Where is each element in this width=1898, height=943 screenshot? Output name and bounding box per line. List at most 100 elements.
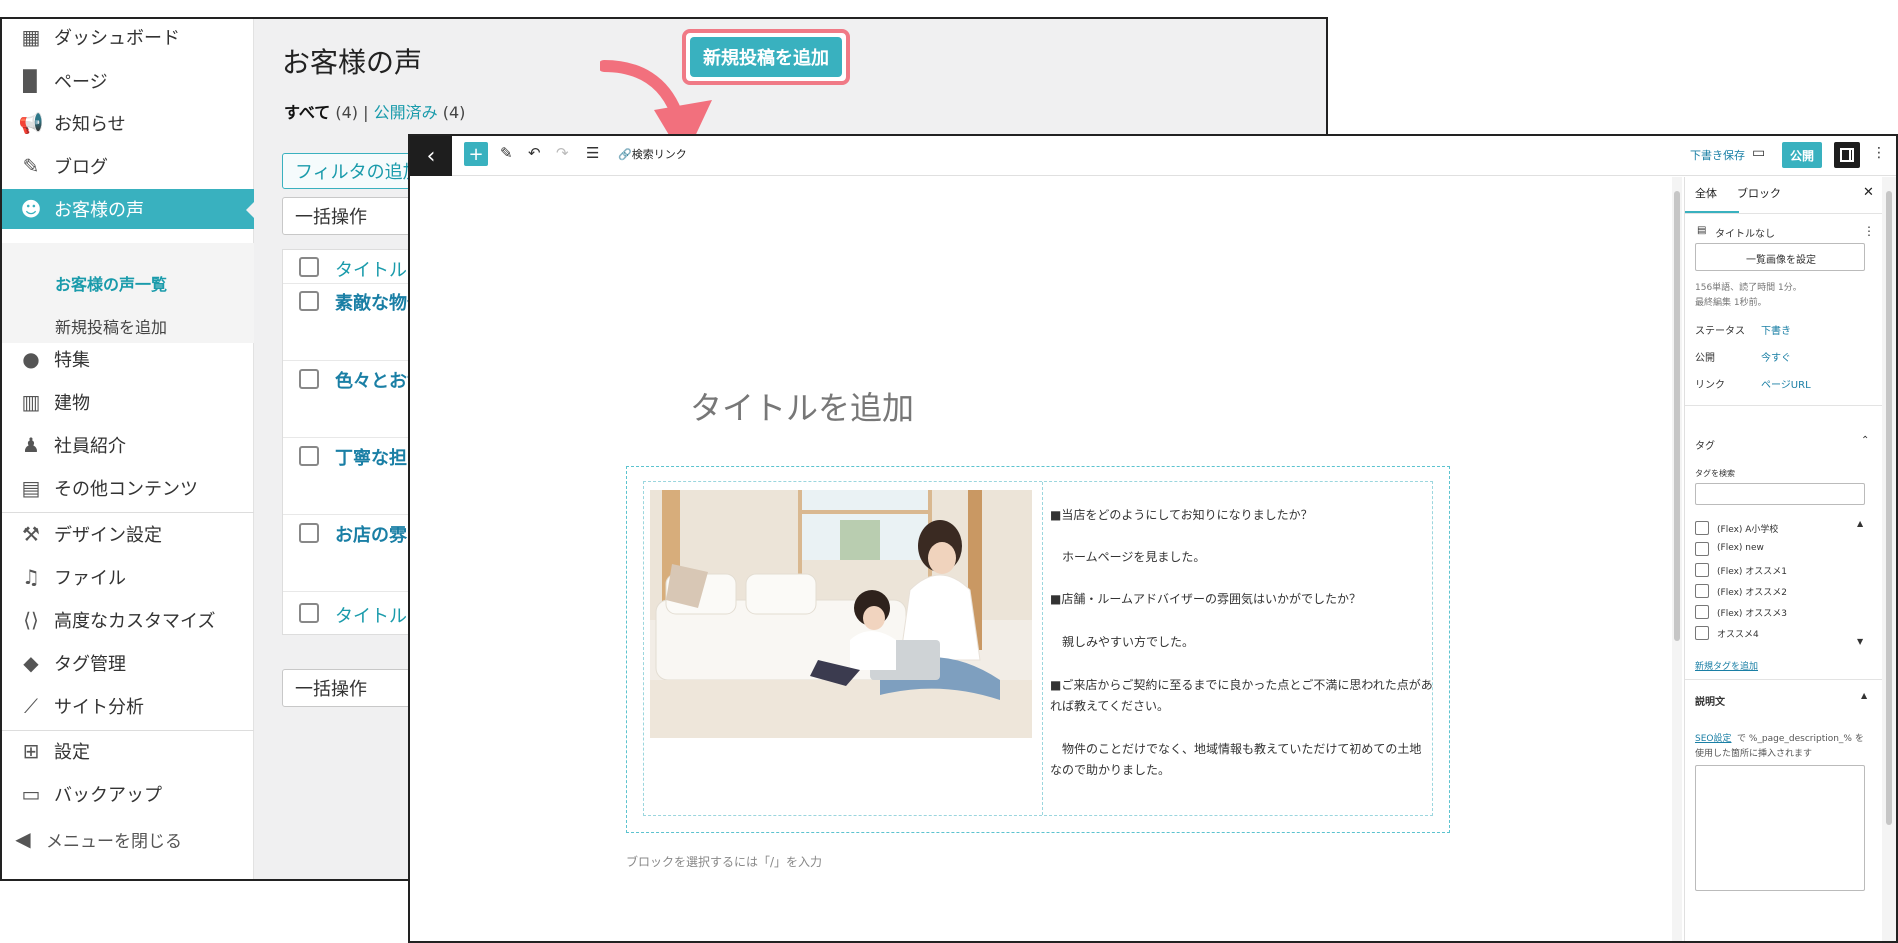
building-icon: ▥ xyxy=(21,390,41,414)
more-options-icon[interactable]: ⋮ xyxy=(1872,145,1886,161)
save-draft-button[interactable]: 下書き保存 xyxy=(1690,147,1745,163)
tag-search-label: タグを検索 xyxy=(1695,469,1735,478)
mother-child-photo[interactable] xyxy=(650,490,1032,738)
filter-published-count: (4) xyxy=(442,103,466,122)
sidebar-item-label: ダッシュボード xyxy=(54,28,180,49)
sidebar-scrollbar[interactable] xyxy=(1882,177,1896,941)
sidebar-item-buildings[interactable]: ▥ 建物 xyxy=(2,382,254,422)
sidebar-toggle-icon xyxy=(1840,148,1854,162)
sidebar-item-files[interactable]: ♫ ファイル xyxy=(2,557,254,597)
tag-label: (Flex) オススメ3 xyxy=(1717,609,1787,619)
qa-text: ホームページを見ました。 xyxy=(1050,550,1206,564)
tag-checkbox[interactable] xyxy=(1695,521,1709,535)
preview-icon[interactable]: ▭ xyxy=(1752,145,1765,161)
qa-text: 親しみやすい方でした。 xyxy=(1050,635,1195,649)
sidebar-item-design[interactable]: ⚒ デザイン設定 xyxy=(2,514,254,554)
edit-tool-icon[interactable]: ✎ xyxy=(500,144,513,162)
column-group: ■当店をどのようにしてお知りになりましたか？ ホームページを見ました。 ■店舗・… xyxy=(643,481,1433,816)
sidebar-item-dashboard[interactable]: ▦ ダッシュボード xyxy=(2,19,254,57)
tag-checkbox[interactable] xyxy=(1695,542,1709,556)
link-icon: 🔗 xyxy=(618,148,632,161)
column-divider xyxy=(1042,482,1043,815)
submenu-voices-list[interactable]: お客様の声一覧 xyxy=(55,271,167,295)
sidebar-item-other-content[interactable]: ▤ その他コンテンツ xyxy=(2,468,254,508)
tag-checkbox[interactable] xyxy=(1695,584,1709,598)
select-all-checkbox[interactable] xyxy=(299,603,319,623)
tab-post[interactable]: 全体 xyxy=(1695,185,1717,201)
scrollbar-thumb[interactable] xyxy=(1674,191,1680,641)
scrollbar-thumb[interactable] xyxy=(1886,191,1892,825)
filter-all[interactable]: すべて xyxy=(284,103,330,122)
sidebar-item-blog[interactable]: ✎ ブログ xyxy=(2,146,254,186)
chevron-up-icon[interactable]: ⌃ xyxy=(1861,435,1869,446)
sidebar-item-tags[interactable]: ◆ タグ管理 xyxy=(2,643,254,683)
search-link-button[interactable]: 🔗検索リンク xyxy=(618,146,687,162)
select-all-checkbox[interactable] xyxy=(299,257,319,277)
filter-published[interactable]: 公開済み xyxy=(374,103,438,122)
last-edited: 最終編集 1秒前。 xyxy=(1695,298,1767,308)
sidebar-item-pages[interactable]: ▉ ページ xyxy=(2,61,254,101)
tag-checkbox[interactable] xyxy=(1695,563,1709,577)
collapse-menu-button[interactable]: ◀ メニューを閉じる xyxy=(2,819,254,859)
tag-checkbox[interactable] xyxy=(1695,605,1709,619)
tag-list-scroll-down-icon[interactable]: ▼ xyxy=(1857,637,1863,646)
block-hint[interactable]: ブロックを選択するには「/」を入力 xyxy=(626,853,822,870)
voices-submenu: お客様の声一覧 新規投稿を追加 xyxy=(2,243,254,343)
block-inserter-button[interactable]: + xyxy=(464,142,488,166)
qa-text: れば教えてください。 xyxy=(1050,699,1170,713)
sidebar-item-settings[interactable]: ⊞ 設定 xyxy=(2,731,254,771)
sidebar-item-news[interactable]: 📢 お知らせ xyxy=(2,103,254,143)
list-view-icon[interactable]: ☰ xyxy=(586,144,599,162)
add-new-tag-link[interactable]: 新規タグを追加 xyxy=(1695,659,1758,672)
column-title-footer[interactable]: タイトル xyxy=(335,602,407,628)
column-title-header[interactable]: タイトル xyxy=(335,256,407,282)
description-section-title[interactable]: 説明文 xyxy=(1695,693,1725,708)
search-link-label: 検索リンク xyxy=(631,148,687,161)
submenu-add-new[interactable]: 新規投稿を追加 xyxy=(55,314,167,338)
undo-icon[interactable]: ↶ xyxy=(528,144,541,162)
sidebar-item-voices[interactable]: ☻ お客様の声 xyxy=(2,189,255,229)
doc-options-icon[interactable]: ⋮ xyxy=(1863,224,1875,238)
row-checkbox[interactable] xyxy=(299,369,319,389)
columns-block[interactable]: ■当店をどのようにしてお知りになりましたか？ ホームページを見ました。 ■店舗・… xyxy=(626,466,1450,833)
tags-section-title[interactable]: タグ xyxy=(1695,437,1715,452)
sidebar-item-label: 高度なカスタマイズ xyxy=(54,611,216,632)
status-value[interactable]: 下書き xyxy=(1761,322,1791,337)
settings-toggle-button[interactable] xyxy=(1834,142,1860,168)
pen-icon: ✎ xyxy=(22,154,40,178)
tag-label: (Flex) オススメ2 xyxy=(1717,588,1787,598)
qa-text: ■店舗・ルームアドバイザーの雰囲気はいかがでしたか？ xyxy=(1050,592,1361,606)
canvas-scrollbar[interactable] xyxy=(1672,177,1682,941)
post-title-input[interactable]: タイトルを追加 xyxy=(690,383,914,429)
row-checkbox[interactable] xyxy=(299,523,319,543)
page-title: お客様の声 xyxy=(282,46,423,79)
archive-icon: ▭ xyxy=(21,782,41,806)
tag-list-scroll-up-icon[interactable]: ▲ xyxy=(1857,519,1863,528)
redo-icon[interactable]: ↷ xyxy=(556,144,569,162)
sidebar-item-analytics[interactable]: ⟋ サイト分析 xyxy=(2,686,254,726)
description-textarea[interactable] xyxy=(1695,765,1865,891)
filter-all-count: (4) xyxy=(335,103,359,122)
link-value[interactable]: ページURL xyxy=(1761,376,1811,391)
seo-note: で %_page_description_% を xyxy=(1737,734,1864,744)
sidebar-item-label: バックアップ xyxy=(54,785,162,806)
sidebar-item-staff[interactable]: ♟ 社員紹介 xyxy=(2,425,254,465)
dashboard-icon: ▦ xyxy=(21,25,41,49)
back-button[interactable]: ‹ xyxy=(410,136,452,176)
sidebar-item-features[interactable]: ● 特集 xyxy=(2,339,254,379)
sidebar-item-label: お客様の声 xyxy=(54,200,144,221)
sidebar-item-advanced[interactable]: ⟨⟩ 高度なカスタマイズ xyxy=(2,600,254,640)
row-checkbox[interactable] xyxy=(299,291,319,311)
tab-block[interactable]: ブロック xyxy=(1737,185,1781,201)
seo-settings-link[interactable]: SEO設定 xyxy=(1695,731,1731,744)
divider xyxy=(1685,213,1882,214)
publish-button[interactable]: 公開 xyxy=(1782,142,1822,168)
sidebar-item-backup[interactable]: ▭ バックアップ xyxy=(2,774,254,814)
tag-search-input[interactable] xyxy=(1695,483,1865,505)
chevron-up-icon[interactable]: ▲ xyxy=(1861,691,1867,700)
featured-image-button[interactable]: 一覧画像を設定 xyxy=(1695,243,1865,271)
close-icon[interactable]: ✕ xyxy=(1863,185,1874,200)
tag-checkbox[interactable] xyxy=(1695,626,1709,640)
row-checkbox[interactable] xyxy=(299,446,319,466)
publish-value[interactable]: 今すぐ xyxy=(1761,349,1791,364)
